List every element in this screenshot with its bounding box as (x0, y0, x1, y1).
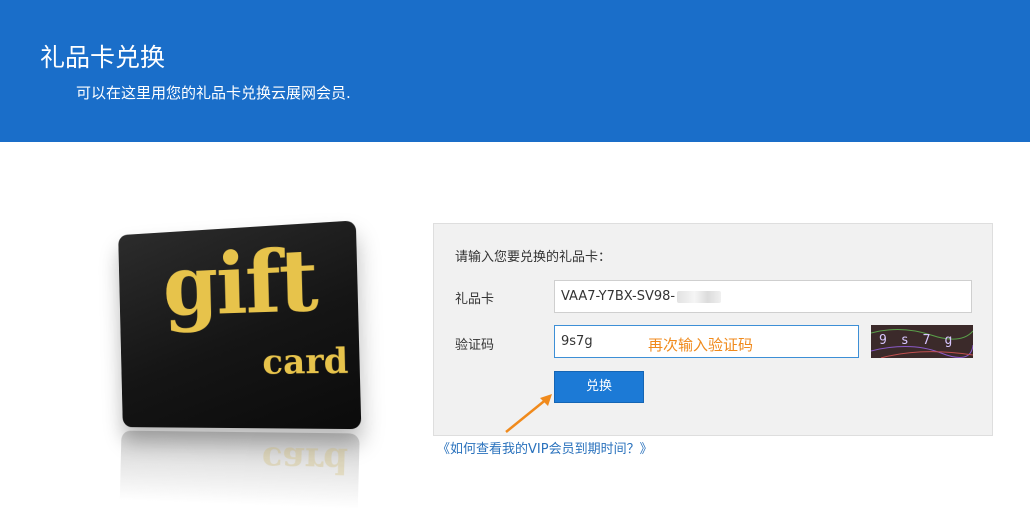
captcha-image[interactable]: 9s7g (871, 325, 973, 358)
captcha-text: 9s7g (879, 333, 966, 348)
vip-expiry-help-link[interactable]: 《如何查看我的VIP会员到期时间？》 (437, 438, 653, 457)
page-title: 礼品卡兑换 (40, 38, 165, 74)
gift-card-reflection: card (120, 431, 360, 523)
orange-arrow-icon (500, 390, 560, 438)
captcha-hint-annotation: 再次输入验证码 (648, 334, 753, 355)
gift-card: gift card (118, 220, 361, 429)
header-banner: 礼品卡兑换 可以在这里用您的礼品卡兑换云展网会员. (0, 0, 1030, 142)
redacted-mask (677, 291, 721, 303)
gift-card-input[interactable]: VAA7-Y7BX-SV98- (554, 280, 972, 313)
gift-card-label: 礼品卡 (455, 288, 494, 307)
captcha-label: 验证码 (455, 334, 494, 353)
gift-card-logo-word: gift (162, 237, 317, 328)
form-prompt: 请输入您要兑换的礼品卡： (455, 246, 611, 265)
gift-card-logo-subword: card (262, 344, 349, 380)
page-subtitle: 可以在这里用您的礼品卡兑换云展网会员. (76, 82, 351, 103)
gift-card-reflection-word: card (261, 438, 348, 481)
redeem-button[interactable]: 兑换 (554, 371, 644, 403)
gift-card-image: gift card card (90, 220, 390, 520)
gift-card-input-value: VAA7-Y7BX-SV98- (561, 289, 675, 304)
captcha-input-value: 9s7g (561, 334, 593, 349)
